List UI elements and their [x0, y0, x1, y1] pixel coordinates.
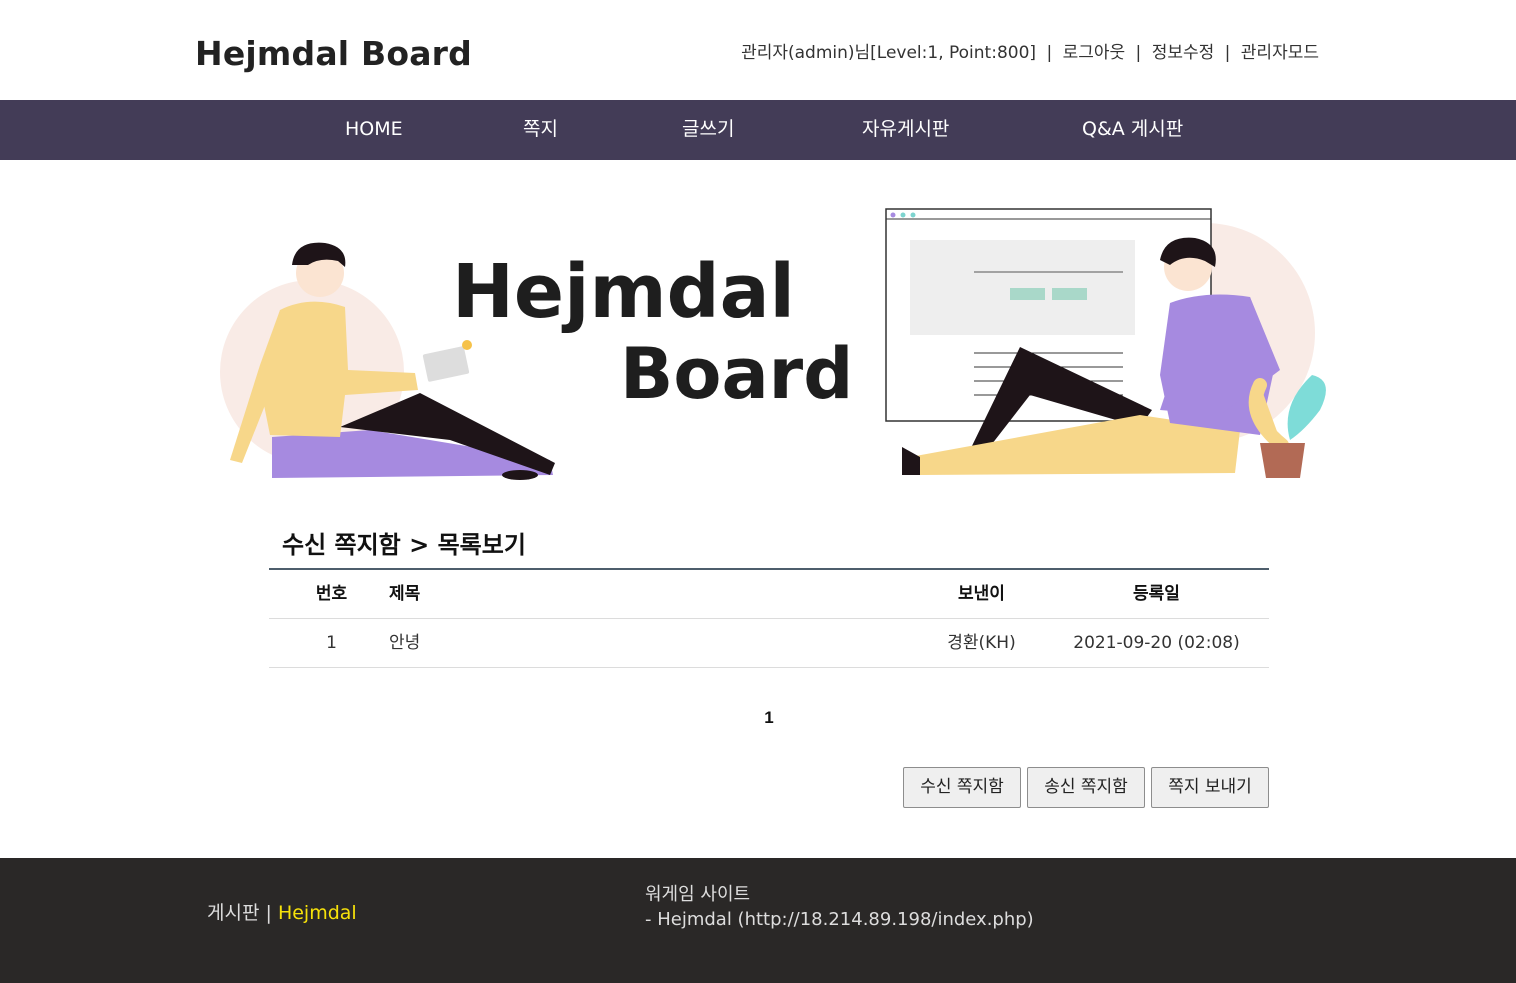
nav-item-qna-board[interactable]: Q&A 게시판: [1082, 100, 1183, 160]
separator: |: [1135, 43, 1142, 63]
column-header-date: 등록일: [1133, 584, 1180, 604]
row-subject: 안녕: [389, 619, 420, 668]
footer: 게시판 | Hejmdal 워게임 사이트 - Hejmdal (http://…: [0, 858, 1516, 983]
row-sender: 경환(KH): [947, 633, 1016, 653]
message-table: 번호 제목 보낸이 등록일 1 안녕 경환(KH) 2021-09-20 (02…: [269, 568, 1269, 668]
admin-mode-link[interactable]: 관리자모드: [1241, 43, 1319, 63]
separator: |: [1046, 43, 1053, 63]
footer-right: 워게임 사이트 - Hejmdal (http://18.214.89.198/…: [645, 882, 1034, 932]
edit-profile-link[interactable]: 정보수정: [1152, 43, 1215, 63]
nav-item-free-board[interactable]: 자유게시판: [862, 100, 949, 160]
table-row[interactable]: 1 안녕 경환(KH) 2021-09-20 (02:08): [269, 619, 1269, 668]
footer-label: 게시판: [207, 902, 260, 924]
site-title[interactable]: Hejmdal Board: [195, 34, 472, 73]
footer-site-type: 워게임 사이트: [645, 884, 751, 905]
outbox-button[interactable]: 송신 쪽지함: [1027, 767, 1145, 808]
user-info: 관리자(admin)님[Level:1, Point:800]: [741, 43, 1037, 63]
nav-item-messages[interactable]: 쪽지: [523, 100, 558, 160]
inbox-button[interactable]: 수신 쪽지함: [903, 767, 1021, 808]
nav-item-write[interactable]: 글쓰기: [682, 100, 734, 160]
footer-left: 게시판 | Hejmdal: [207, 898, 357, 925]
send-message-button[interactable]: 쪽지 보내기: [1151, 767, 1269, 808]
section-title: 수신 쪽지함 > 목록보기: [282, 531, 526, 559]
footer-site-url: - Hejmdal (http://18.214.89.198/index.ph…: [645, 909, 1034, 930]
footer-brand: Hejmdal: [277, 902, 357, 924]
separator: |: [1224, 43, 1231, 63]
logout-link[interactable]: 로그아웃: [1063, 43, 1126, 63]
banner-title-line2: Board: [620, 333, 853, 415]
banner-title-line1: Hejmdal: [452, 249, 795, 335]
pagination-current-page[interactable]: 1: [755, 708, 783, 728]
row-date: 2021-09-20 (02:08): [1073, 633, 1240, 653]
row-no: 1: [326, 633, 337, 653]
column-header-subject: 제목: [389, 584, 421, 604]
footer-separator: |: [265, 902, 272, 924]
header: Hejmdal Board 관리자(admin)님[Level:1, Point…: [0, 0, 1516, 100]
message-subject-link[interactable]: 안녕: [389, 633, 420, 653]
nav-item-home[interactable]: HOME: [345, 100, 403, 160]
table-header-row: 번호 제목 보낸이 등록일: [269, 570, 1269, 619]
main-nav: HOME 쪽지 글쓰기 자유게시판 Q&A 게시판: [0, 100, 1516, 160]
banner-illustration: Hejmdal Board: [220, 205, 1335, 483]
user-bar: 관리자(admin)님[Level:1, Point:800] | 로그아웃 |…: [741, 38, 1319, 63]
column-header-sender: 보낸이: [958, 584, 1005, 604]
column-header-no: 번호: [315, 584, 348, 604]
